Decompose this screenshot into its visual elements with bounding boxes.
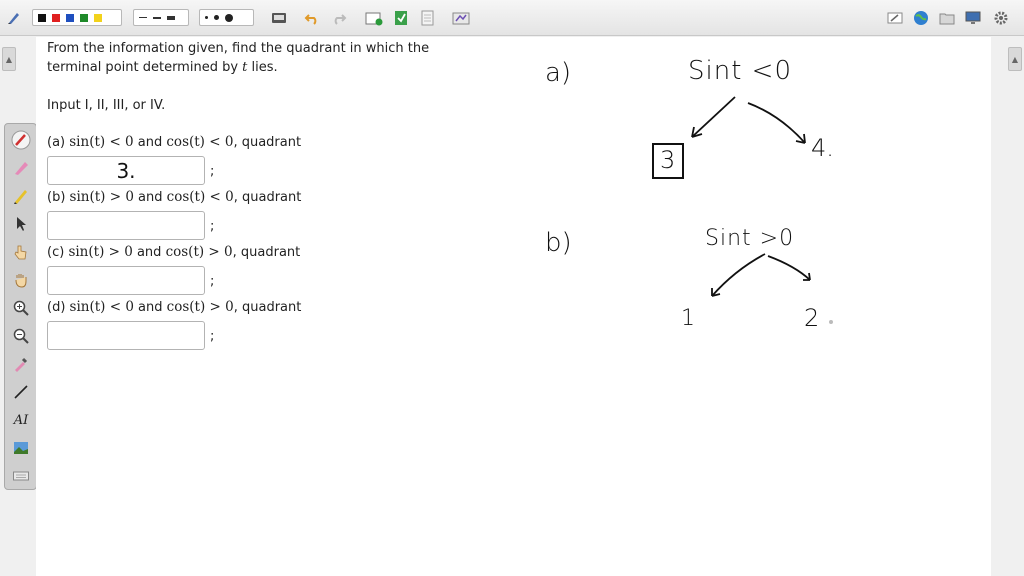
color-blue-swatch[interactable] (66, 13, 74, 22)
image-icon[interactable] (9, 437, 33, 459)
answer-input-d[interactable] (47, 321, 205, 350)
select-arrow-icon[interactable] (9, 213, 33, 235)
globe-icon[interactable] (911, 8, 931, 28)
tool-palette: AI (4, 123, 37, 490)
thin-line-option[interactable] (139, 17, 147, 18)
pen-tool-icon[interactable] (9, 129, 33, 151)
intro-line-2: terminal point determined by (47, 60, 243, 75)
thick-line-option[interactable] (167, 15, 175, 20)
handwritten-a-expression: Sint <0 (688, 56, 792, 86)
handwritten-b-label: b) (545, 228, 572, 258)
settings-icon[interactable] (991, 8, 1011, 28)
large-dot-option[interactable] (225, 13, 233, 22)
toolbar-settings-icon[interactable] (451, 8, 471, 28)
answer-input-a[interactable]: 3. (47, 156, 205, 185)
redo-icon[interactable] (329, 8, 349, 28)
instruction-text: Input I, II, III, or IV. (47, 98, 166, 113)
answer-input-b[interactable] (47, 211, 205, 240)
left-collapse-tab[interactable]: ▲ (2, 47, 16, 71)
handwritten-a-label: a) (545, 58, 572, 88)
insert-page-icon[interactable] (391, 8, 411, 28)
handwritten-a-left: 3 (660, 146, 676, 174)
keyboard-icon[interactable] (9, 465, 33, 487)
hand-pointer-icon[interactable] (9, 241, 33, 263)
top-toolbar (0, 0, 1024, 36)
zoom-out-icon[interactable] (9, 325, 33, 347)
zoom-in-icon[interactable] (9, 297, 33, 319)
item-d-label: (d) sin(t) < 0 and cos(t) > 0, quadrant (47, 299, 302, 315)
cursor-dot (829, 320, 833, 324)
marker-icon[interactable] (9, 185, 33, 207)
text-icon[interactable]: AI (9, 409, 33, 431)
color-swatches (32, 9, 122, 26)
color-yellow-swatch[interactable] (94, 13, 102, 22)
line-style-group (133, 9, 189, 26)
eyedropper-icon[interactable] (9, 353, 33, 375)
undo-icon[interactable] (302, 8, 322, 28)
handwritten-a-right: 4. (811, 134, 834, 162)
handwritten-b-arrows (711, 253, 811, 297)
semicolon-b: ; (210, 219, 215, 234)
small-dot-option[interactable] (205, 16, 208, 19)
color-green-swatch[interactable] (80, 13, 88, 22)
medium-dot-option[interactable] (214, 15, 219, 20)
line-icon[interactable] (9, 381, 33, 403)
item-c-label: (c) sin(t) > 0 and cos(t) > 0, quadrant (47, 244, 301, 260)
right-gutter (991, 37, 1024, 576)
handwritten-b-expression: Sint >0 (705, 226, 795, 251)
problem-statement: From the information given, find the qua… (47, 39, 467, 115)
handwritten-b-left: 1 (681, 306, 695, 331)
intro-line-1: From the information given, find the qua… (47, 41, 430, 56)
hand-pan-icon[interactable] (9, 269, 33, 291)
highlighter-icon[interactable] (9, 157, 33, 179)
pen-icon[interactable] (4, 8, 24, 28)
folder-icon[interactable] (937, 8, 957, 28)
semicolon-d: ; (210, 329, 215, 344)
document-icon[interactable] (418, 8, 438, 28)
answer-input-c[interactable] (47, 266, 205, 295)
color-red-swatch[interactable] (52, 13, 60, 22)
handwritten-b-right: 2 (804, 304, 820, 332)
screen-capture-icon[interactable] (269, 8, 289, 28)
medium-line-option[interactable] (153, 16, 161, 19)
dot-size-group (199, 9, 254, 26)
problem-intro: From the information given, find the qua… (47, 39, 467, 77)
edit-icon[interactable] (885, 8, 905, 28)
item-b-label: (b) sin(t) > 0 and cos(t) < 0, quadrant (47, 189, 302, 205)
right-collapse-tab[interactable]: ▲ (1008, 47, 1022, 71)
semicolon-c: ; (210, 274, 215, 289)
item-a-label: (a) sin(t) < 0 and cos(t) < 0, quadrant (47, 134, 302, 150)
display-icon[interactable] (963, 8, 983, 28)
color-black-swatch[interactable] (38, 13, 46, 22)
new-page-icon[interactable] (364, 8, 384, 28)
intro-line-2-end: lies. (247, 60, 278, 75)
semicolon-a: ; (210, 164, 215, 179)
